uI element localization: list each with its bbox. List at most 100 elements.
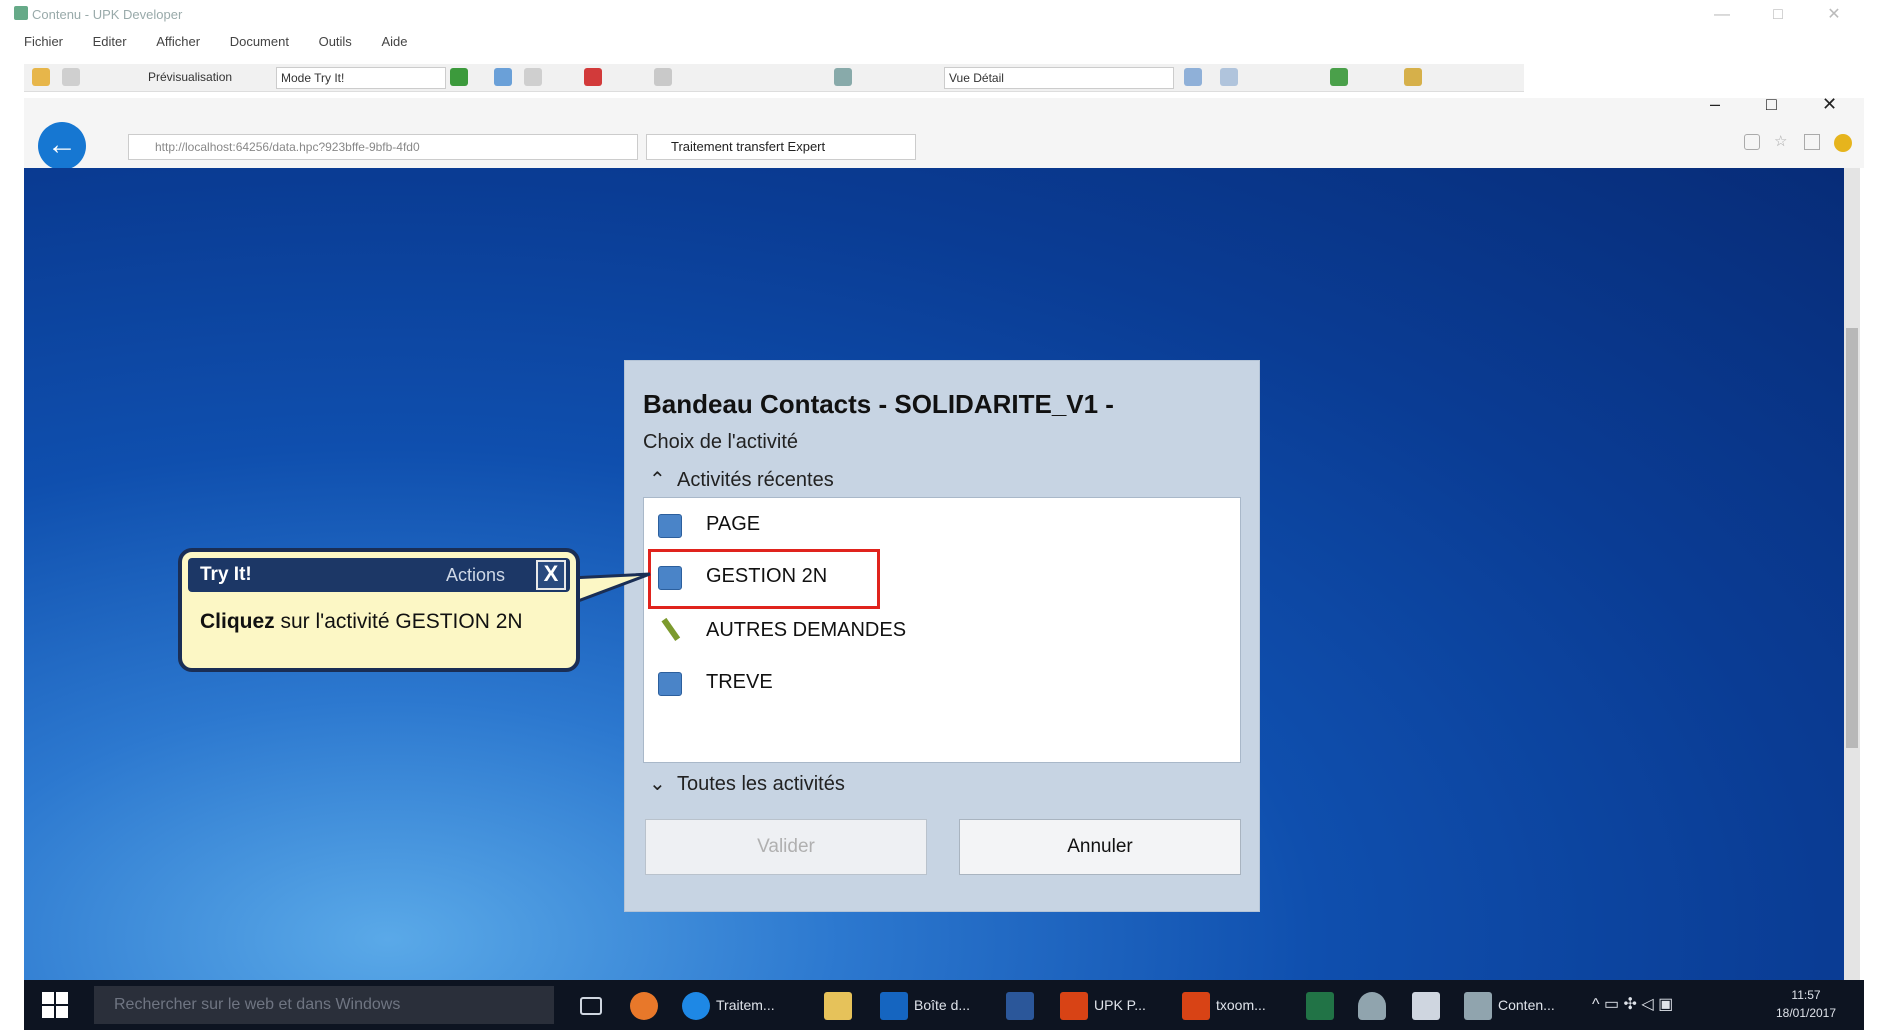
home-icon[interactable] — [1744, 134, 1760, 150]
firefox-icon[interactable] — [630, 988, 664, 1022]
taskbar-app-upk[interactable]: UPK P... — [1060, 988, 1146, 1022]
vertical-scrollbar[interactable] — [1844, 168, 1860, 980]
highlight-frame — [648, 549, 880, 609]
taskbar-label: Traitem... — [716, 997, 775, 1013]
menu-fichier[interactable]: Fichier — [24, 34, 63, 49]
dialog-title: Bandeau Contacts - SOLIDARITE_V1 - — [643, 389, 1114, 419]
sort-icon[interactable] — [834, 68, 852, 86]
save-icon[interactable] — [62, 68, 80, 86]
taskbar-label: Boîte d... — [914, 997, 971, 1013]
layout-icon[interactable] — [1184, 68, 1202, 86]
activity-item-treve[interactable]: TREVE — [658, 666, 1218, 706]
smiley-icon[interactable] — [1834, 134, 1852, 152]
menu-document[interactable]: Document — [230, 34, 289, 49]
actions-link[interactable]: Actions — [446, 565, 505, 586]
preview-button[interactable]: Prévisualisation — [144, 67, 294, 89]
clock-date: 18/01/2017 — [1775, 1006, 1837, 1020]
activity-dialog: Bandeau Contacts - SOLIDARITE_V1 - Choix… — [624, 360, 1260, 912]
user-icon[interactable] — [1358, 988, 1392, 1022]
taskbar-label: UPK P... — [1094, 997, 1146, 1013]
upk-icon — [1464, 992, 1492, 1021]
recent-activities-header[interactable]: ⌃ Activités récentes — [649, 467, 834, 492]
word-icon[interactable] — [1006, 988, 1040, 1022]
message-bold: Cliquez — [200, 610, 275, 633]
browser-chrome: ‒ □ ✕ ← http://localhost:64256/data.hpc?… — [24, 94, 1864, 170]
dialog-subtitle: Choix de l'activité — [643, 431, 798, 453]
edit-icon[interactable] — [494, 68, 512, 86]
delete-icon[interactable] — [584, 68, 602, 86]
menu-outils[interactable]: Outils — [319, 34, 352, 49]
pencil-icon — [653, 613, 686, 646]
title-bar: Contenu - UPK Developer — □ ✕ — [0, 0, 1877, 30]
mode-select[interactable]: Mode Try It! — [276, 67, 446, 89]
settings-icon[interactable] — [1804, 134, 1820, 150]
tools-icon[interactable] — [1404, 68, 1422, 86]
calculator-icon[interactable] — [1412, 988, 1446, 1022]
view-select[interactable]: Vue Détail — [944, 67, 1174, 89]
message-text: sur l'activité GESTION 2N — [274, 610, 523, 633]
taskbar-app-traitement[interactable]: Traitem... — [682, 988, 775, 1022]
activity-list: PAGE GESTION 2N AUTRES DEMANDES TREVE — [643, 497, 1241, 763]
powerpoint-icon — [1182, 992, 1210, 1021]
back-arrow-icon[interactable]: ← — [38, 122, 86, 170]
taskbar-app-contenu[interactable]: Conten... — [1464, 988, 1555, 1022]
explorer-icon[interactable] — [824, 988, 858, 1022]
all-activities-label: Toutes les activités — [677, 773, 845, 795]
activity-label: TREVE — [706, 671, 773, 693]
menu-aide[interactable]: Aide — [381, 34, 407, 49]
outlook-icon — [880, 992, 908, 1021]
folder-icon[interactable] — [32, 68, 50, 86]
minimize-icon[interactable]: — — [1702, 2, 1742, 28]
grid-icon[interactable] — [1220, 68, 1238, 86]
try-it-bubble: Try It! Actions X Cliquez sur l'activité… — [178, 548, 580, 672]
all-activities-header[interactable]: ⌄ Toutes les activités — [649, 771, 845, 796]
browser-tab[interactable]: Traitement transfert Expert — [646, 134, 916, 160]
close-icon[interactable]: X — [536, 560, 566, 590]
browser-close-icon[interactable]: ✕ — [1822, 94, 1837, 115]
menu-afficher[interactable]: Afficher — [156, 34, 200, 49]
scrollbar-thumb[interactable] — [1846, 328, 1858, 748]
recent-activities-label: Activités récentes — [677, 469, 834, 491]
play-icon[interactable] — [450, 68, 468, 86]
taskbar-label: txoom... — [1216, 997, 1266, 1013]
close-icon[interactable]: ✕ — [1814, 2, 1854, 28]
app-icon — [14, 6, 28, 20]
taskbar-app-txoom[interactable]: txoom... — [1182, 988, 1266, 1022]
ie-icon — [682, 992, 710, 1021]
cancel-button[interactable]: Annuler — [959, 819, 1241, 875]
activity-item-autres-demandes[interactable]: AUTRES DEMANDES — [658, 614, 1218, 654]
browser-minimize-icon[interactable]: ‒ — [1710, 94, 1720, 115]
task-view-icon[interactable] — [580, 988, 608, 1022]
find-icon[interactable] — [654, 68, 672, 86]
toolbar: Prévisualisation Mode Try It! Vue Détail — [24, 64, 1524, 92]
copy-icon[interactable] — [524, 68, 542, 86]
maximize-icon[interactable]: □ — [1758, 2, 1798, 28]
activity-label: PAGE — [706, 513, 761, 535]
screen-icon — [658, 672, 682, 696]
validate-button[interactable]: Valider — [645, 819, 927, 875]
bubble-pointer — [570, 572, 651, 606]
excel-icon[interactable] — [1306, 988, 1340, 1022]
taskbar-app-outlook[interactable]: Boîte d... — [880, 988, 970, 1022]
publish-icon[interactable] — [1330, 68, 1348, 86]
menu-bar: Fichier Editer Afficher Document Outils … — [24, 34, 1864, 58]
bubble-header: Try It! Actions X — [188, 558, 570, 592]
star-icon[interactable]: ☆ — [1774, 134, 1790, 150]
browser-restore-icon[interactable]: □ — [1766, 94, 1777, 115]
activity-label: AUTRES DEMANDES — [706, 619, 907, 641]
address-bar[interactable]: http://localhost:64256/data.hpc?923bffe-… — [128, 134, 638, 160]
try-it-title: Try It! — [200, 564, 252, 585]
powerpoint-icon — [1060, 992, 1088, 1021]
menu-editer[interactable]: Editer — [93, 34, 127, 49]
screen-icon — [658, 514, 682, 538]
taskbar: Rechercher sur le web et dans Windows Tr… — [24, 980, 1864, 1030]
chevron-down-icon: ⌄ — [649, 773, 666, 795]
system-tray[interactable]: ^ ▭ ✣ ◁ ▣ — [1592, 988, 1673, 1022]
clock[interactable]: 11:57 18/01/2017 — [1766, 986, 1846, 1022]
windows-start-icon[interactable] — [42, 992, 68, 1018]
bubble-message: Cliquez sur l'activité GESTION 2N — [200, 610, 523, 634]
chevron-up-icon: ⌃ — [649, 469, 666, 491]
clock-time: 11:57 — [1791, 988, 1821, 1002]
taskbar-search[interactable]: Rechercher sur le web et dans Windows — [94, 986, 554, 1024]
activity-item-page[interactable]: PAGE — [658, 508, 1218, 548]
